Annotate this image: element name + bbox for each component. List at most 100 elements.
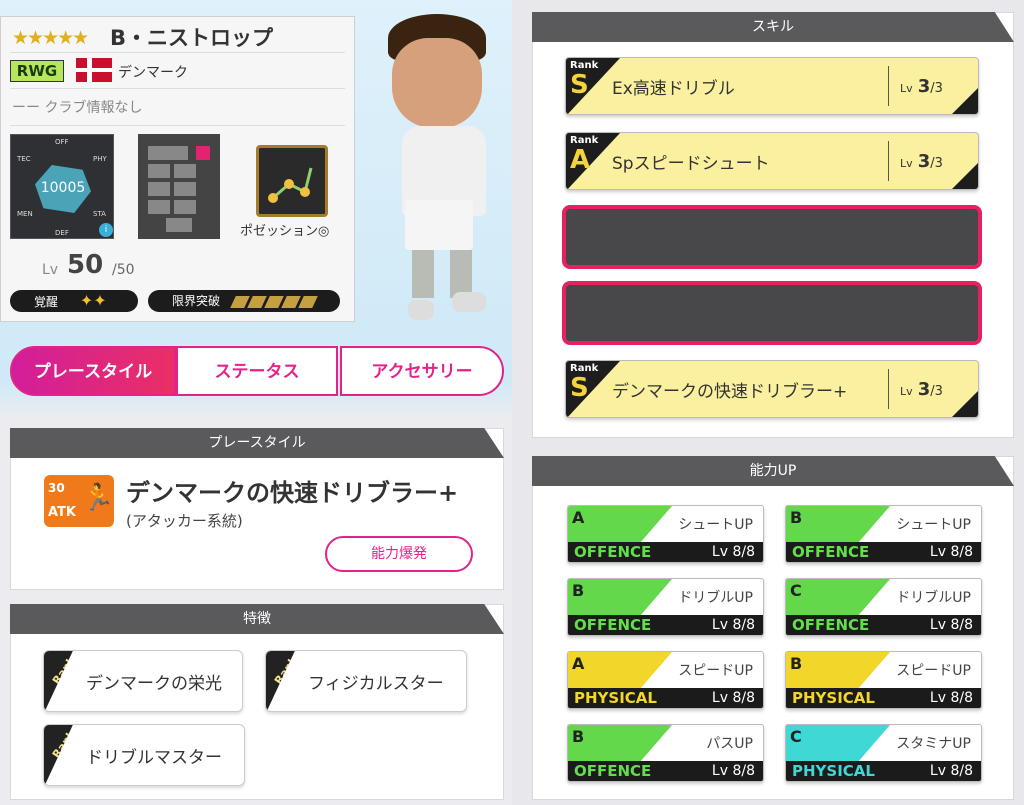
- player-avatar-leg: [412, 250, 434, 298]
- level-max: /50: [112, 262, 135, 278]
- stat-radar[interactable]: 10005 OFF PHY STA DEF MEN TEC i: [10, 134, 114, 239]
- ability-grade: B: [790, 508, 803, 527]
- divider: [10, 125, 345, 126]
- ability-up-card[interactable]: B ドリブルUP OFFENCE Lv 8/8: [567, 578, 764, 636]
- trait-label: デンマークの栄光: [86, 674, 222, 694]
- ability-label: スピードUP: [678, 663, 753, 679]
- stat-label-sta: STA: [93, 210, 106, 218]
- empty-skill-slot[interactable]: [562, 281, 982, 345]
- position-badge: RWG: [10, 60, 64, 82]
- ability-grade: C: [790, 727, 802, 746]
- stat-label-men: MEN: [17, 210, 33, 218]
- rank-badge: Rank S: [44, 725, 73, 785]
- ability-label: ドリブルUP: [678, 590, 753, 606]
- attacker-type-label: ATK: [48, 505, 76, 520]
- ability-level: Lv 8/8: [929, 690, 973, 706]
- ability-label: シュートUP: [896, 517, 971, 533]
- ability-category: OFFENCE: [574, 616, 652, 634]
- rank-value: S: [570, 373, 589, 403]
- trait-card[interactable]: Rank S ドリブルマスター: [43, 724, 245, 786]
- playstyle-header: プレースタイル: [10, 428, 504, 458]
- position-map[interactable]: [138, 134, 220, 239]
- empty-skill-slot[interactable]: [562, 205, 982, 269]
- ability-category: PHYSICAL: [792, 762, 875, 780]
- ability-category: OFFENCE: [574, 543, 652, 561]
- diamond-icon: ✦✦: [79, 291, 107, 310]
- playstyle-tactic-label: ポゼッション◎: [240, 224, 330, 239]
- ability-level: Lv 8/8: [711, 690, 755, 706]
- stat-label-def: DEF: [55, 229, 69, 237]
- ability-level: Lv 8/8: [929, 544, 973, 560]
- trait-card[interactable]: Rank A フィジカルスター: [265, 650, 467, 712]
- rank-badge: Rank A: [266, 651, 295, 711]
- country-label: デンマーク: [118, 65, 188, 81]
- skill-level: Lv 3/3: [900, 379, 943, 400]
- denmark-flag-icon: [76, 58, 112, 82]
- ability-footer: OFFENCE Lv 8/8: [786, 615, 981, 635]
- ability-footer: OFFENCE Lv 8/8: [568, 542, 763, 562]
- info-icon[interactable]: i: [99, 223, 113, 237]
- divider: [10, 52, 345, 53]
- total-rating: 10005: [40, 180, 86, 196]
- attacker-type-number: 30: [48, 481, 65, 495]
- ability-footer: PHYSICAL Lv 8/8: [568, 688, 763, 708]
- ability-up-card[interactable]: C ドリブルUP OFFENCE Lv 8/8: [785, 578, 982, 636]
- ability-grade: B: [572, 727, 585, 746]
- ability-category: OFFENCE: [792, 616, 870, 634]
- ability-grade: B: [790, 654, 803, 673]
- rank-badge: Rank A: [44, 651, 73, 711]
- skill-card[interactable]: Rank S デンマークの快速ドリブラー+ Lv 3/3: [565, 360, 979, 418]
- stat-label-tec: TEC: [17, 155, 31, 163]
- ability-up-card[interactable]: A シュートUP OFFENCE Lv 8/8: [567, 505, 764, 563]
- tab-status[interactable]: ステータス: [176, 346, 338, 396]
- ability-up-card[interactable]: B スピードUP PHYSICAL Lv 8/8: [785, 651, 982, 709]
- ability-category: PHYSICAL: [792, 689, 875, 707]
- ability-footer: PHYSICAL Lv 8/8: [786, 688, 981, 708]
- attacker-type-icon: 30 ATK 🏃: [44, 475, 114, 527]
- ability-up-header: 能力UP: [532, 456, 1014, 486]
- trait-label: ドリブルマスター: [86, 748, 222, 768]
- awaken-status: 覚醒 ✦✦: [10, 290, 138, 312]
- player-avatar-shoe: [408, 300, 434, 320]
- playstyle-type: (アタッカー系統): [126, 512, 243, 530]
- skill-level: Lv 3/3: [900, 151, 943, 172]
- ability-label: スピードUP: [896, 663, 971, 679]
- playstyle-title: デンマークの快速ドリブラー+: [126, 479, 459, 507]
- ability-grade: A: [572, 508, 585, 527]
- ability-category: PHYSICAL: [574, 689, 657, 707]
- limit-break-bars-icon: [230, 294, 318, 308]
- ability-grade: B: [572, 581, 585, 600]
- stat-label-phy: PHY: [93, 155, 107, 163]
- ability-level: Lv 8/8: [711, 544, 755, 560]
- ability-footer: OFFENCE Lv 8/8: [786, 542, 981, 562]
- limit-break-status: 限界突破: [148, 290, 340, 312]
- traits-header: 特徴: [10, 604, 504, 634]
- player-avatar-shorts: [405, 200, 473, 250]
- ability-label: スタミナUP: [896, 736, 971, 752]
- ability-category: OFFENCE: [574, 762, 652, 780]
- ability-grade: C: [790, 581, 802, 600]
- ability-up-card[interactable]: A スピードUP PHYSICAL Lv 8/8: [567, 651, 764, 709]
- ability-up-card[interactable]: B パスUP OFFENCE Lv 8/8: [567, 724, 764, 782]
- ability-up-card[interactable]: C スタミナUP PHYSICAL Lv 8/8: [785, 724, 982, 782]
- ability-level: Lv 8/8: [711, 617, 755, 633]
- ability-burst-button[interactable]: 能力爆発: [325, 536, 473, 572]
- awaken-label: 覚醒: [34, 295, 59, 309]
- stat-label-off: OFF: [55, 138, 69, 146]
- ability-label: ドリブルUP: [896, 590, 971, 606]
- ability-level: Lv 8/8: [929, 763, 973, 779]
- tab-accessory[interactable]: アクセサリー: [340, 346, 504, 396]
- divider: [10, 88, 345, 89]
- ability-level: Lv 8/8: [711, 763, 755, 779]
- skill-card[interactable]: Rank S Ex高速ドリブル Lv 3/3: [565, 57, 979, 115]
- ability-label: シュートUP: [678, 517, 753, 533]
- playstyle-tactic-icon[interactable]: [256, 145, 328, 217]
- tab-playstyle[interactable]: プレースタイル: [10, 346, 176, 396]
- ability-up-card[interactable]: B シュートUP OFFENCE Lv 8/8: [785, 505, 982, 563]
- runner-icon: 🏃: [82, 483, 115, 513]
- skill-card[interactable]: Rank A Spスピードシュート Lv 3/3: [565, 132, 979, 190]
- trait-card[interactable]: Rank A デンマークの栄光: [43, 650, 243, 712]
- skill-name: デンマークの快速ドリブラー+: [612, 382, 848, 402]
- ability-footer: OFFENCE Lv 8/8: [568, 615, 763, 635]
- trait-label: フィジカルスター: [308, 674, 444, 694]
